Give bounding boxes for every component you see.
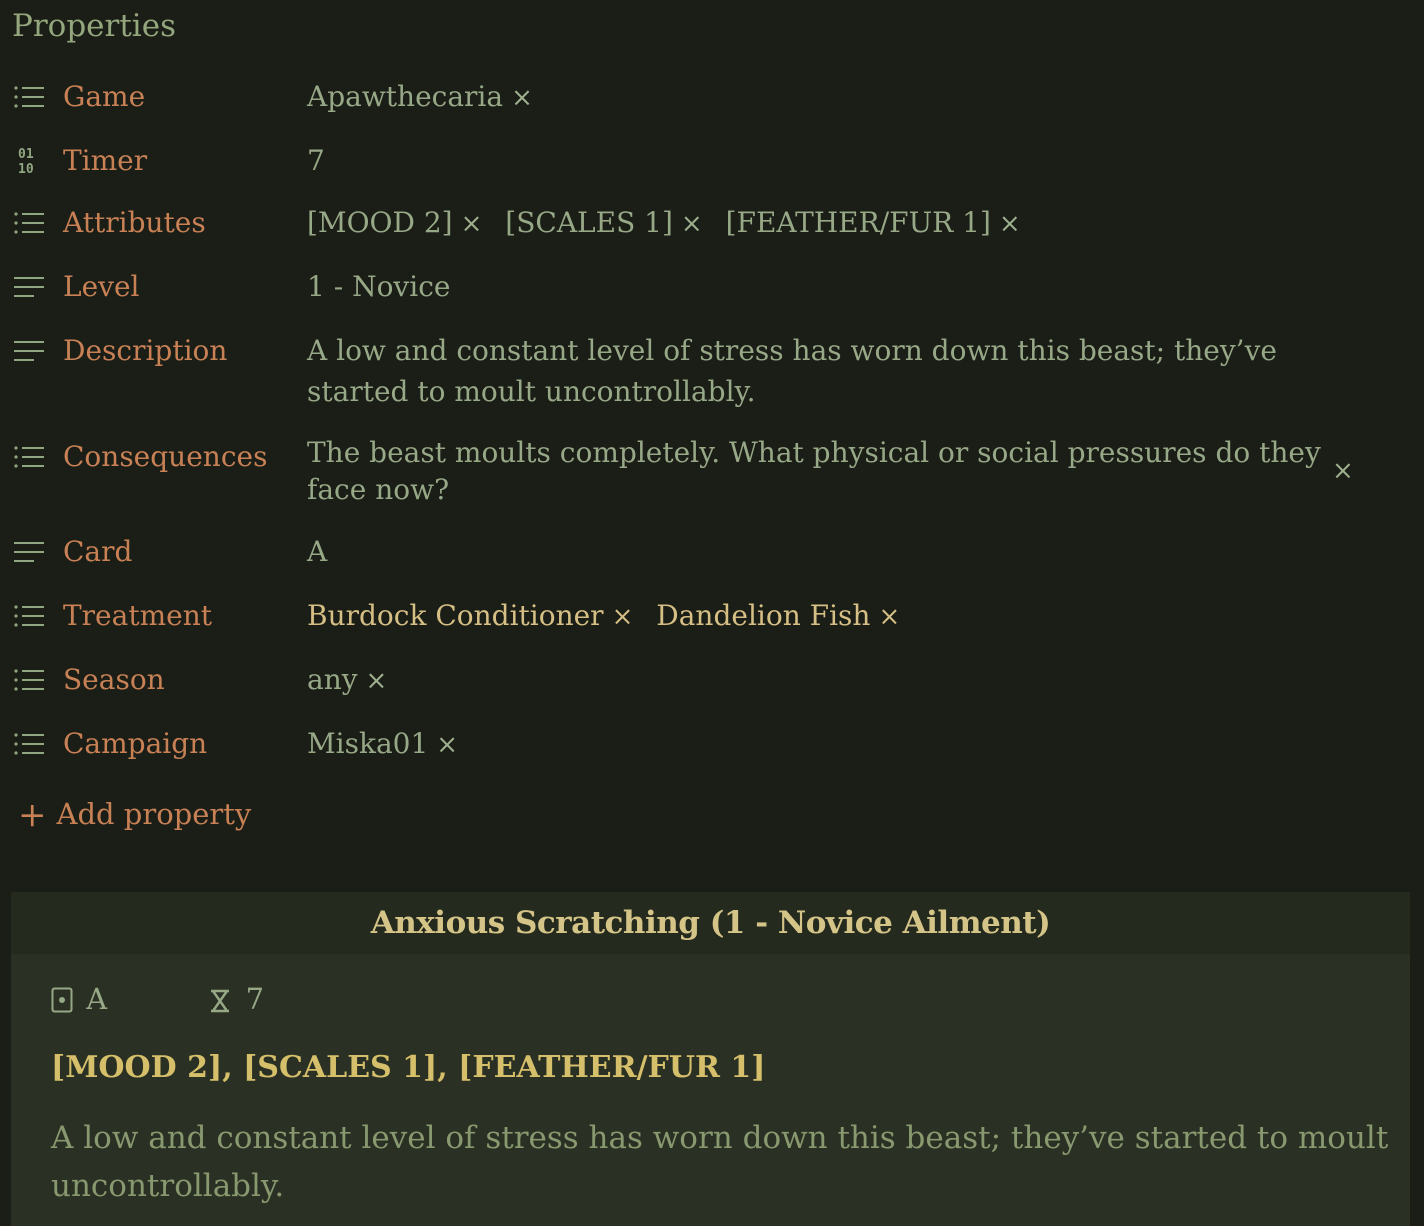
remove-tag-icon[interactable]: × bbox=[461, 209, 483, 239]
property-value-season[interactable]: any × bbox=[307, 663, 401, 696]
tag-label: Miska01 bbox=[307, 727, 429, 760]
timer-item: 7 bbox=[208, 982, 264, 1016]
property-label-timer[interactable]: Timer bbox=[63, 144, 147, 177]
tag-label: [SCALES 1] bbox=[505, 206, 673, 239]
property-label-description[interactable]: Description bbox=[63, 334, 227, 367]
timer-value: 7 bbox=[245, 982, 265, 1016]
property-label-level[interactable]: Level bbox=[63, 270, 140, 303]
card-meta: A 7 bbox=[51, 982, 264, 1016]
card-value-item: A bbox=[51, 982, 107, 1016]
property-label-season[interactable]: Season bbox=[63, 663, 165, 696]
property-label-treatment[interactable]: Treatment bbox=[63, 599, 212, 632]
tag-label: [MOOD 2] bbox=[307, 206, 453, 239]
remove-tag-icon[interactable]: × bbox=[878, 602, 900, 632]
add-property-label: Add property bbox=[56, 797, 252, 831]
property-value-card[interactable]: A bbox=[307, 535, 327, 568]
hourglass-icon bbox=[208, 982, 245, 1016]
tag-chip[interactable]: [MOOD 2] × bbox=[307, 206, 482, 239]
property-value-consequences[interactable]: The beast moults completely. What physic… bbox=[307, 434, 1337, 508]
tag-chip[interactable]: Apawthecaria × bbox=[307, 80, 533, 113]
properties-heading: Properties bbox=[12, 8, 176, 44]
svg-text:01: 01 bbox=[18, 147, 34, 162]
add-property-button[interactable]: + Add property bbox=[18, 795, 251, 835]
list-icon bbox=[13, 210, 45, 238]
tag-chip[interactable]: [FEATHER/FUR 1] × bbox=[726, 206, 1021, 239]
plus-icon: + bbox=[18, 795, 47, 835]
card-description: A low and constant level of stress has w… bbox=[51, 1120, 1389, 1204]
svg-text:10: 10 bbox=[18, 162, 34, 176]
tag-label: Dandelion Fish bbox=[656, 599, 871, 632]
list-icon bbox=[13, 603, 45, 631]
tag-chip[interactable]: Miska01 × bbox=[307, 727, 458, 760]
remove-tag-icon[interactable]: × bbox=[681, 209, 703, 239]
tag-chip[interactable]: [SCALES 1] × bbox=[505, 206, 702, 239]
number-icon: 01 10 bbox=[16, 146, 48, 176]
property-value-treatment[interactable]: Burdock Conditioner × Dandelion Fish × bbox=[307, 599, 914, 632]
list-icon bbox=[13, 667, 45, 695]
property-value-attributes[interactable]: [MOOD 2] × [SCALES 1] × [FEATHER/FUR 1] × bbox=[307, 206, 1035, 239]
property-label-card[interactable]: Card bbox=[63, 535, 132, 568]
property-label-campaign[interactable]: Campaign bbox=[63, 727, 207, 760]
remove-tag-icon[interactable]: × bbox=[436, 730, 458, 760]
property-label-game[interactable]: Game bbox=[63, 80, 145, 113]
remove-tag-icon[interactable]: × bbox=[612, 602, 634, 632]
list-icon bbox=[13, 84, 45, 112]
playing-card-icon bbox=[51, 982, 86, 1016]
card-value: A bbox=[86, 982, 108, 1016]
tag-chip[interactable]: Dandelion Fish × bbox=[656, 599, 900, 632]
text-icon bbox=[13, 274, 45, 302]
property-value-game[interactable]: Apawthecaria × bbox=[307, 80, 547, 113]
remove-tag-icon[interactable]: × bbox=[366, 666, 388, 696]
property-value-level[interactable]: 1 - Novice bbox=[307, 270, 450, 303]
text-icon bbox=[13, 539, 45, 567]
tag-label: Apawthecaria bbox=[307, 80, 504, 113]
tag-chip[interactable]: any × bbox=[307, 663, 387, 696]
property-label-consequences[interactable]: Consequences bbox=[63, 440, 267, 473]
tag-label: Burdock Conditioner bbox=[307, 599, 604, 632]
remove-tag-icon[interactable]: × bbox=[1332, 456, 1354, 486]
property-value-campaign[interactable]: Miska01 × bbox=[307, 727, 472, 760]
remove-tag-icon[interactable]: × bbox=[511, 83, 533, 113]
property-value-timer[interactable]: 7 bbox=[307, 144, 325, 177]
card-attributes: [MOOD 2], [SCALES 1], [FEATHER/FUR 1] bbox=[51, 1050, 766, 1085]
tag-chip[interactable]: Burdock Conditioner × bbox=[307, 599, 633, 632]
remove-tag-icon[interactable]: × bbox=[999, 209, 1021, 239]
tag-label: any bbox=[307, 663, 358, 696]
ailment-card-preview: Anxious Scratching (1 - Novice Ailment) … bbox=[11, 892, 1410, 1226]
text-icon bbox=[13, 338, 45, 366]
property-value-description[interactable]: A low and constant level of stress has w… bbox=[307, 330, 1377, 412]
card-title: Anxious Scratching (1 - Novice Ailment) bbox=[11, 892, 1410, 954]
list-icon bbox=[13, 444, 45, 472]
tag-label: [FEATHER/FUR 1] bbox=[725, 206, 991, 239]
property-label-attributes[interactable]: Attributes bbox=[63, 206, 206, 239]
list-icon bbox=[13, 731, 45, 759]
